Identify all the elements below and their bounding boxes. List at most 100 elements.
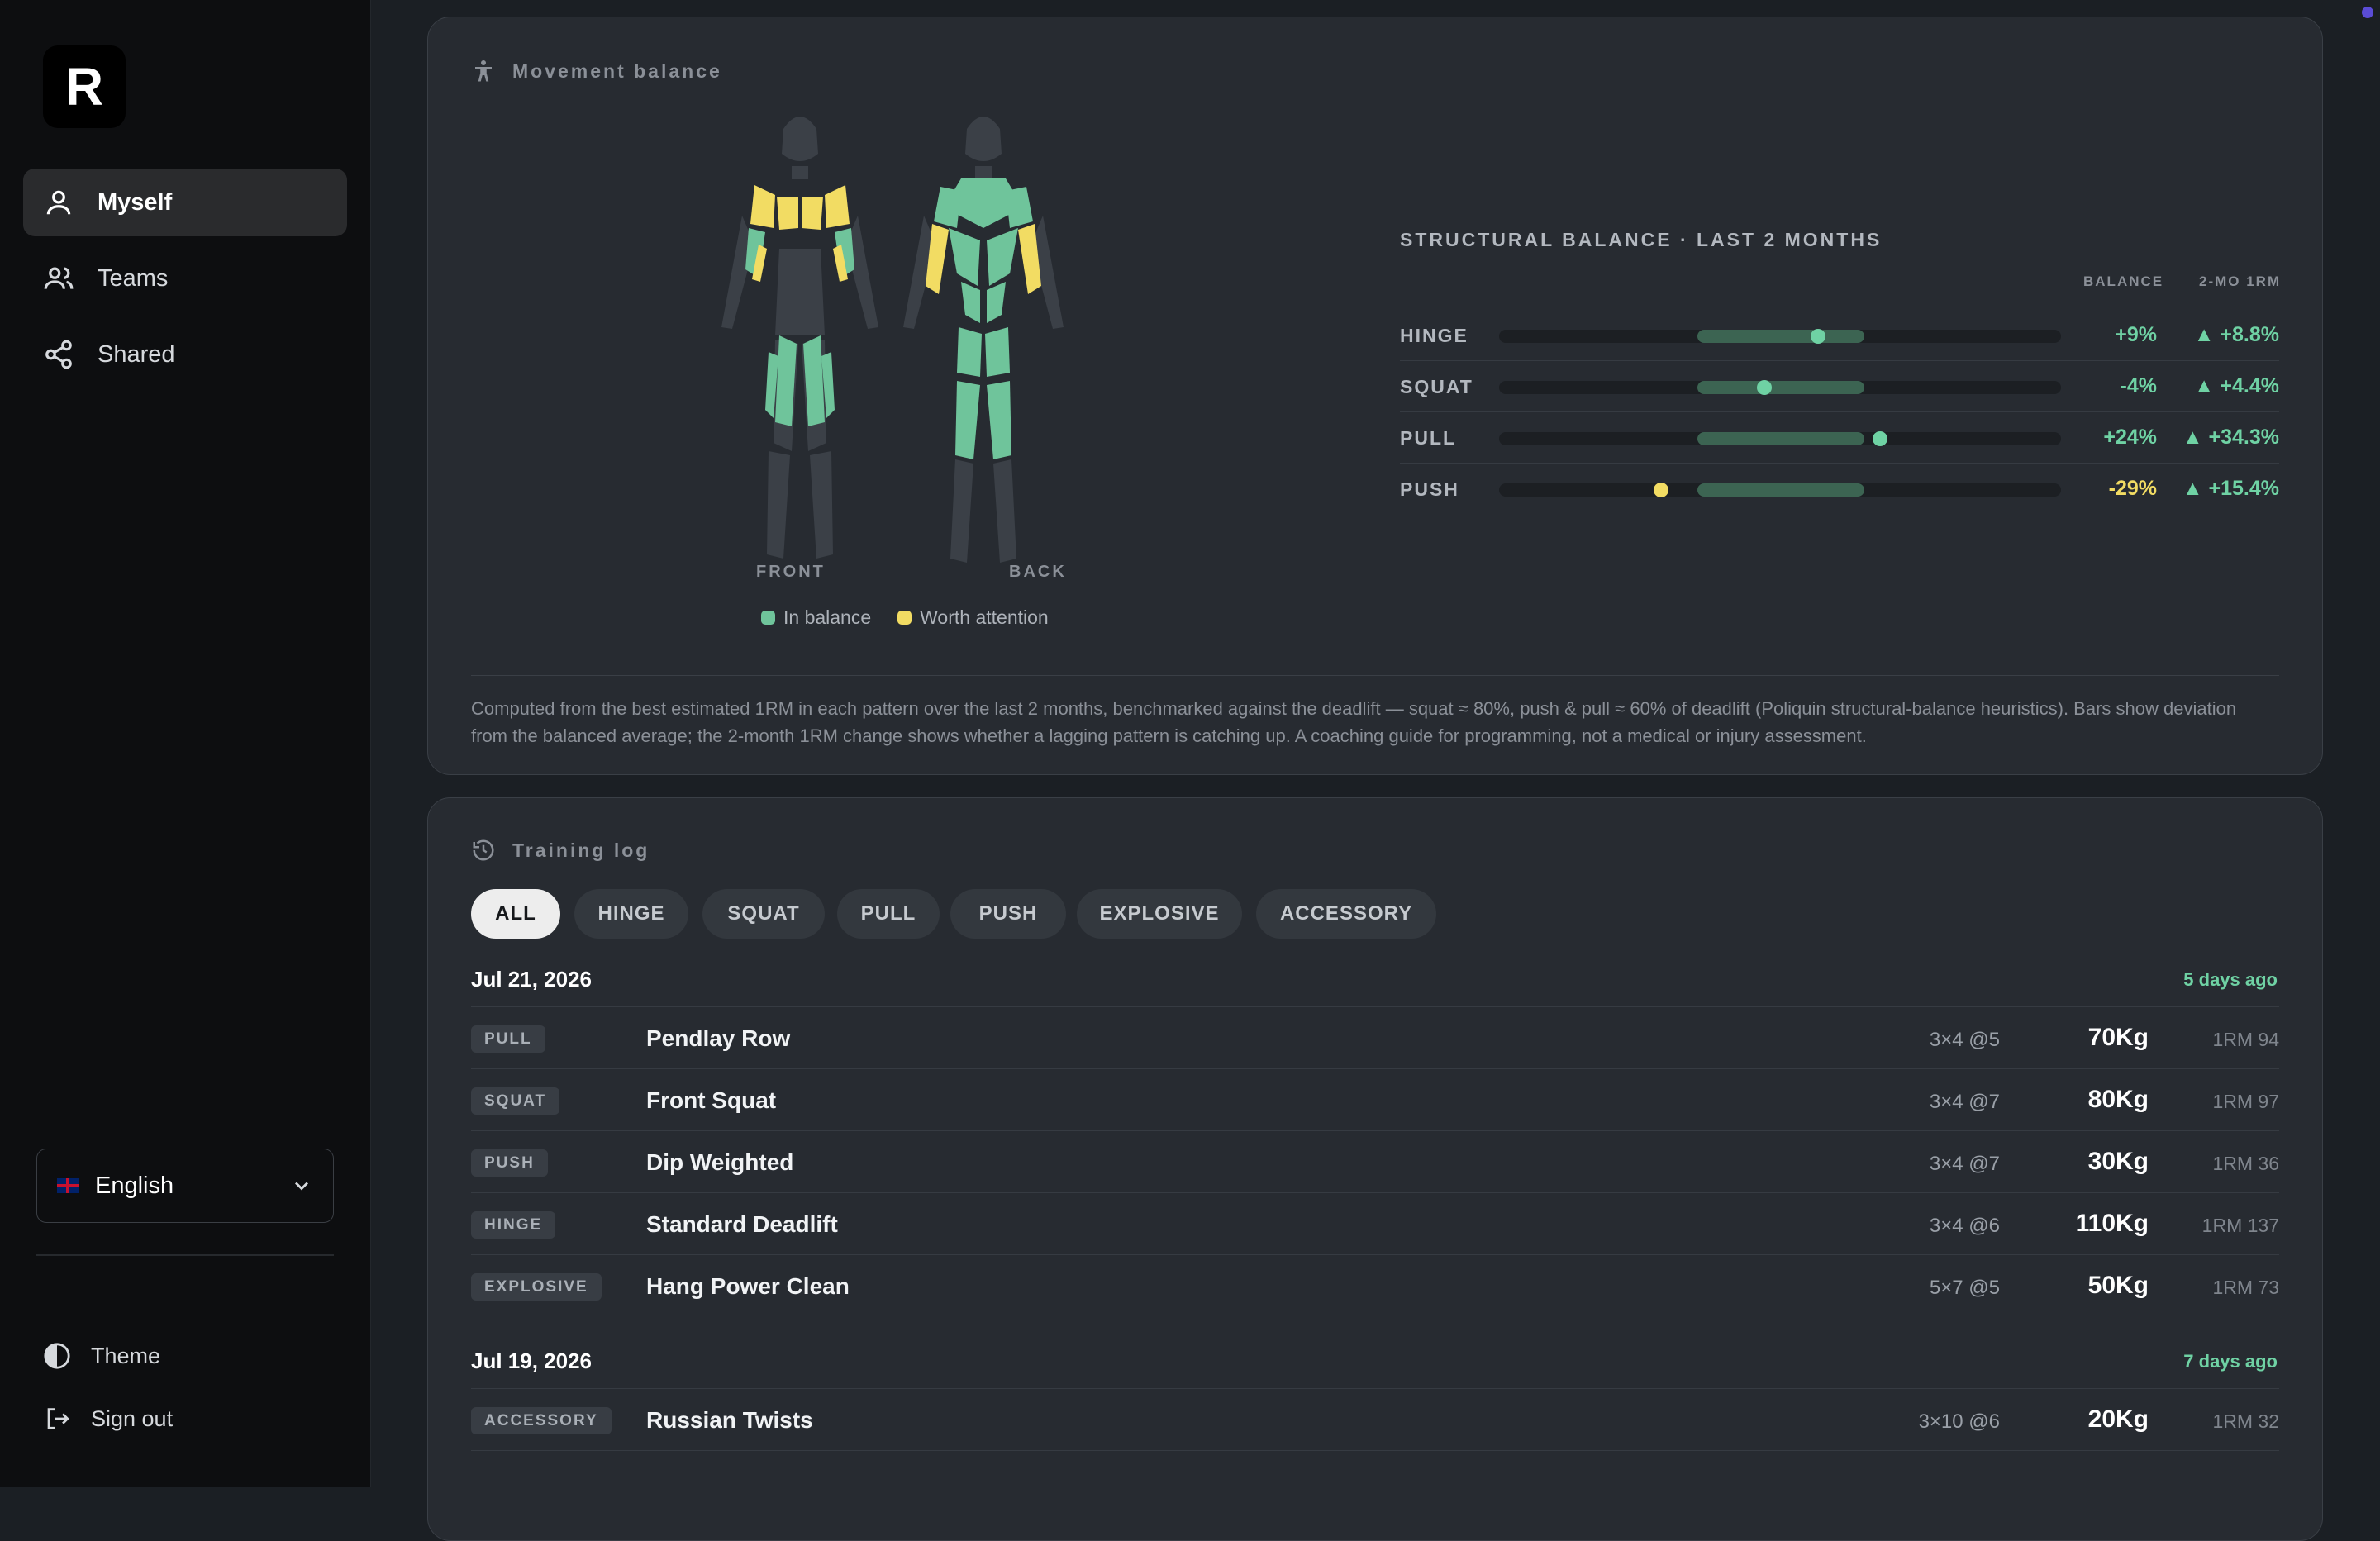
estimated-1rm: 1RM 36 [2212, 1153, 2279, 1174]
estimated-1rm: 1RM 97 [2212, 1091, 2279, 1112]
balance-row-push: PUSH -29% ▲ +15.4% [1400, 464, 2279, 515]
app-logo[interactable]: R [43, 45, 126, 128]
filter-chip-all[interactable]: ALL [471, 889, 560, 939]
balance-marker [1873, 431, 1887, 446]
change-value: ▲ +8.8% [2193, 323, 2279, 346]
balance-value: -4% [2120, 374, 2157, 397]
balance-marker [1654, 483, 1668, 497]
status-dot [2362, 7, 2373, 18]
legend-label: Worth attention [920, 606, 1049, 628]
log-relative-date: 7 days ago [2183, 1351, 2278, 1372]
log-entry-row[interactable]: PUSH Dip Weighted 3×4 @7 30Kg 1RM 36 [471, 1131, 2279, 1193]
weight-value: 20Kg [2087, 1405, 2149, 1433]
share-icon [45, 340, 72, 369]
theme-button[interactable]: Theme [43, 1342, 160, 1370]
sets-reps: 3×4 @7 [1929, 1153, 2000, 1175]
pattern-name: SQUAT [1400, 376, 1473, 397]
change-column-header: 2-MO 1RM [2199, 273, 2282, 289]
balanced-band [1697, 432, 1864, 445]
log-date: Jul 19, 2026 [471, 1348, 592, 1373]
uk-flag-icon [57, 1178, 79, 1193]
sidebar-item-myself[interactable]: Myself [23, 169, 347, 236]
sidebar-item-teams[interactable]: Teams [23, 245, 347, 312]
language-select[interactable]: English [36, 1149, 334, 1223]
estimated-1rm: 1RM 137 [2202, 1215, 2279, 1236]
front-figure [721, 117, 878, 559]
movement-balance-header: Movement balance [471, 59, 722, 83]
sidebar-item-shared[interactable]: Shared [23, 321, 347, 388]
filter-chip-accessory[interactable]: ACCESSORY [1256, 889, 1436, 939]
legend-swatch [897, 611, 912, 625]
estimated-1rm: 1RM 32 [2212, 1410, 2279, 1432]
log-date: Jul 21, 2026 [471, 967, 592, 992]
legend-label: In balance [783, 606, 872, 628]
front-chest-right [802, 197, 823, 230]
log-relative-date: 5 days ago [2183, 969, 2278, 990]
history-icon [473, 839, 494, 861]
weight-value: 70Kg [2087, 1024, 2149, 1051]
body-map-legend: In balance Worth attention [761, 606, 1075, 629]
pattern-tag: PULL [471, 1025, 545, 1053]
legend-swatch [761, 611, 775, 625]
filter-chip-squat[interactable]: SQUAT [702, 889, 825, 939]
sidebar-item-label: Myself [98, 188, 173, 216]
balance-track [1499, 483, 2061, 497]
filter-chip-explosive[interactable]: EXPLOSIVE [1077, 889, 1242, 939]
weight-value: 50Kg [2087, 1272, 2149, 1299]
language-value: English [95, 1172, 174, 1199]
balance-column-header: BALANCE [2083, 273, 2164, 289]
log-entry-row[interactable]: EXPLOSIVE Hang Power Clean 5×7 @5 50Kg 1RM 7… [471, 1255, 2279, 1317]
sign-out-button[interactable]: Sign out [43, 1405, 173, 1433]
balance-value: +24% [2103, 426, 2157, 449]
log-entry-row[interactable]: SQUAT Front Squat 3×4 @7 80Kg 1RM 97 [471, 1069, 2279, 1131]
estimated-1rm: 1RM 73 [2212, 1277, 2279, 1298]
pattern-tag: ACCESSORY [471, 1407, 612, 1434]
balance-row-pull: PULL +24% ▲ +34.3% [1400, 412, 2279, 464]
balance-value: -29% [2108, 477, 2157, 500]
logo-text: R [64, 57, 104, 117]
exercise-name: Standard Deadlift [646, 1211, 838, 1237]
sidebar: R Myself Teams Shared English Theme Sign… [0, 0, 371, 1487]
body-map [721, 117, 1064, 563]
weight-value: 30Kg [2087, 1148, 2149, 1175]
sets-reps: 3×4 @7 [1929, 1091, 2000, 1113]
balance-track [1499, 380, 2061, 395]
sign-out-label: Sign out [91, 1405, 174, 1431]
balance-track [1499, 329, 2061, 344]
filter-chip-hinge[interactable]: HINGE [574, 889, 688, 939]
sets-reps: 3×10 @6 [1918, 1410, 2000, 1433]
pattern-tag: EXPLOSIVE [471, 1273, 602, 1301]
estimated-1rm: 1RM 94 [2212, 1029, 2279, 1050]
balance-row-squat: SQUAT -4% ▲ +4.4% [1400, 361, 2279, 412]
legend-in-balance: In balance [761, 606, 871, 629]
training-log-header: Training log [471, 838, 650, 863]
movement-balance-title: Movement balance [512, 59, 722, 82]
sign-out-icon [47, 1408, 69, 1429]
pattern-name: HINGE [1400, 325, 1468, 346]
body-figure-icon [475, 60, 492, 82]
movement-balance-card: Movement balance FRONT BACK In balance W… [427, 17, 2323, 775]
note-divider [471, 675, 2279, 676]
sets-reps: 3×4 @6 [1929, 1215, 2000, 1237]
front-chest-left [777, 197, 798, 230]
theme-contrast-icon [44, 1343, 70, 1369]
balance-row-hinge: HINGE +9% ▲ +8.8% [1400, 310, 2279, 361]
filter-chip-pull[interactable]: PULL [837, 889, 940, 939]
exercise-name: Pendlay Row [646, 1025, 791, 1051]
back-figure [903, 117, 1064, 563]
exercise-name: Front Squat [646, 1087, 777, 1113]
front-label: FRONT [756, 563, 826, 581]
log-entry-row[interactable]: PULL Pendlay Row 3×4 @5 70Kg 1RM 94 [471, 1007, 2279, 1069]
sets-reps: 3×4 @5 [1929, 1029, 2000, 1051]
change-value: ▲ +15.4% [2182, 477, 2279, 500]
theme-label: Theme [91, 1343, 161, 1368]
balance-marker [1811, 329, 1825, 344]
exercise-name: Dip Weighted [646, 1149, 794, 1175]
log-entry-row[interactable]: ACCESSORY Russian Twists 3×10 @6 20Kg 1RM 32 [471, 1389, 2279, 1451]
chevron-down-icon [295, 1182, 308, 1191]
weight-value: 110Kg [2075, 1210, 2149, 1237]
balance-note: Computed from the best estimated 1RM in … [471, 698, 2237, 746]
pattern-name: PULL [1400, 427, 1457, 449]
log-entry-row[interactable]: HINGE Standard Deadlift 3×4 @6 110Kg 1RM 137 [471, 1193, 2279, 1255]
filter-chip-push[interactable]: PUSH [950, 889, 1066, 939]
